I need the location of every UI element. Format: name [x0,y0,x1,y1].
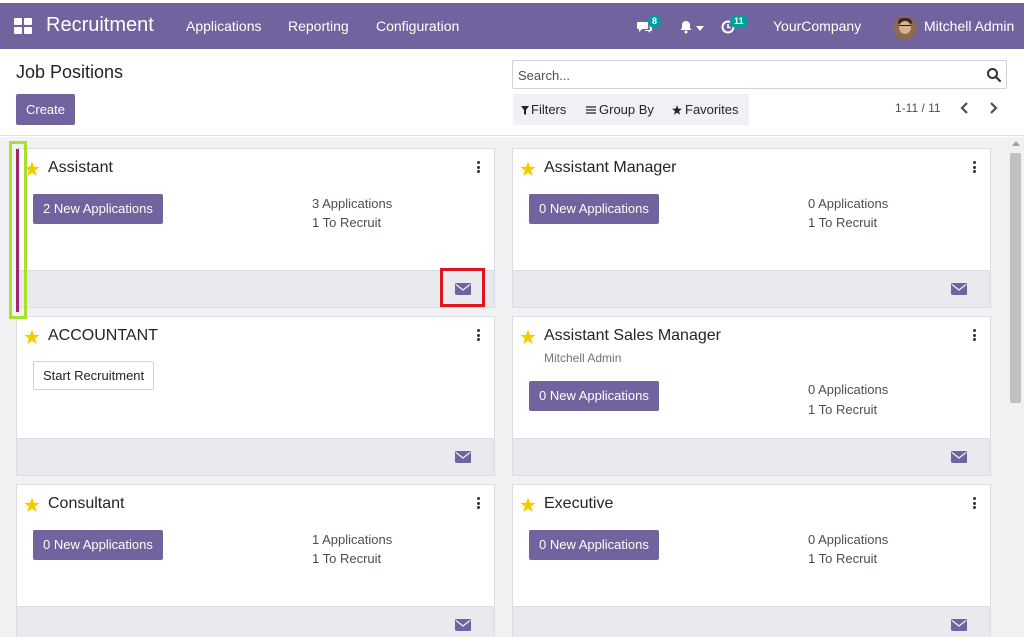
job-card-accountant[interactable]: ACCOUNTANT Start Recruitment [16,316,495,476]
user-menu[interactable]: Mitchell Admin [924,18,1014,34]
envelope-icon[interactable] [951,619,967,631]
applications-count[interactable]: 1 Applications [312,532,392,547]
card-menu-icon[interactable] [473,497,483,509]
job-card-assistant[interactable]: Assistant 2 New Applications 3 Applicati… [16,148,495,308]
pager-value[interactable]: 1-11 / 11 [895,101,941,115]
start-recruitment-button[interactable]: Start Recruitment [33,361,155,390]
star-icon[interactable] [24,497,40,513]
envelope-icon[interactable] [455,619,471,631]
applications-count[interactable]: 0 Applications [808,196,888,211]
to-recruit-count[interactable]: 1 To Recruit [808,551,877,566]
create-button[interactable]: Create [16,94,75,125]
job-card-assistant-sales-manager[interactable]: Assistant Sales Manager Mitchell Admin 0… [512,316,991,476]
notifications-menu[interactable] [679,19,705,37]
star-icon[interactable] [520,329,536,345]
app-brand[interactable]: Recruitment [46,14,154,37]
card-footer [17,606,494,637]
job-title[interactable]: Assistant [48,159,113,177]
star-icon[interactable] [520,161,536,177]
favorite-star-icon [672,105,682,115]
new-applications-button[interactable]: 0 New Applications [33,530,163,560]
job-title[interactable]: Assistant Sales Manager [544,327,721,345]
job-card-assistant-manager[interactable]: Assistant Manager 0 New Applications 0 A… [512,148,991,308]
envelope-icon[interactable] [455,451,471,463]
pager-next-icon[interactable] [986,99,1000,117]
envelope-icon[interactable] [951,283,967,295]
envelope-icon[interactable] [951,451,967,463]
user-avatar[interactable] [893,16,917,40]
card-footer [17,270,494,307]
activities-menu[interactable]: 11 [721,15,749,36]
search-input[interactable] [518,65,973,85]
green-highlight-box [9,141,27,319]
star-icon[interactable] [520,497,536,513]
bell-icon [680,21,692,34]
messaging-menu[interactable]: 8 [637,15,663,36]
job-title[interactable]: ACCOUNTANT [48,327,158,345]
pager-previous-icon[interactable] [958,99,972,117]
applications-count[interactable]: 0 Applications [808,382,888,397]
to-recruit-count[interactable]: 1 To Recruit [808,402,877,417]
job-responsible: Mitchell Admin [544,351,622,365]
job-title[interactable]: Executive [544,495,613,513]
groupby-button[interactable]: Group By [586,102,654,117]
card-menu-icon[interactable] [473,161,483,173]
to-recruit-count[interactable]: 1 To Recruit [808,215,877,230]
applications-count[interactable]: 0 Applications [808,532,888,547]
favorites-label: Favorites [685,102,739,117]
control-panel: Job Positions Create Filters Group By Fa… [0,49,1024,136]
applications-count[interactable]: 3 Applications [312,196,392,211]
company-switcher[interactable]: YourCompany [773,18,861,34]
card-footer [513,270,990,307]
red-highlight-box [440,268,485,307]
new-applications-button[interactable]: 0 New Applications [529,530,659,560]
filters-label: Filters [531,102,567,117]
card-footer [513,438,990,475]
favorites-button[interactable]: Favorites [672,102,738,117]
card-footer [17,438,494,475]
job-card-executive[interactable]: Executive 0 New Applications 0 Applicati… [512,484,991,637]
to-recruit-count[interactable]: 1 To Recruit [312,551,381,566]
card-menu-icon[interactable] [969,497,979,509]
vertical-scrollbar[interactable] [1008,137,1024,637]
filter-icon [521,106,529,115]
card-menu-icon[interactable] [969,329,979,341]
job-title[interactable]: Consultant [48,495,125,513]
activities-count-badge: 11 [730,15,748,28]
menu-configuration[interactable]: Configuration [376,18,459,34]
card-menu-icon[interactable] [969,161,979,173]
groupby-label: Group By [599,102,654,117]
search-icon[interactable] [986,67,1002,83]
job-title[interactable]: Assistant Manager [544,159,677,177]
job-card-consultant[interactable]: Consultant 0 New Applications 1 Applicat… [16,484,495,637]
menu-reporting[interactable]: Reporting [288,18,349,34]
top-navbar: Recruitment Applications Reporting Confi… [0,3,1024,49]
page-title: Job Positions [16,62,124,82]
search-box [512,60,1007,89]
messages-count-badge: 8 [648,15,662,28]
new-applications-button[interactable]: 2 New Applications [33,194,163,224]
new-applications-button[interactable]: 0 New Applications [529,194,659,224]
scroll-up-arrow-icon[interactable] [1012,141,1020,146]
filters-button[interactable]: Filters [521,102,566,117]
caret-down-icon [696,26,704,31]
card-footer [513,606,990,637]
to-recruit-count[interactable]: 1 To Recruit [312,215,381,230]
apps-menu-icon[interactable] [14,18,32,34]
new-applications-button[interactable]: 0 New Applications [529,381,659,411]
scrollbar-thumb[interactable] [1010,153,1021,403]
list-icon [586,106,596,114]
menu-applications[interactable]: Applications [186,18,262,34]
star-icon[interactable] [24,329,40,345]
search-options-bar: Filters Group By Favorites [513,94,749,125]
card-menu-icon[interactable] [473,329,483,341]
